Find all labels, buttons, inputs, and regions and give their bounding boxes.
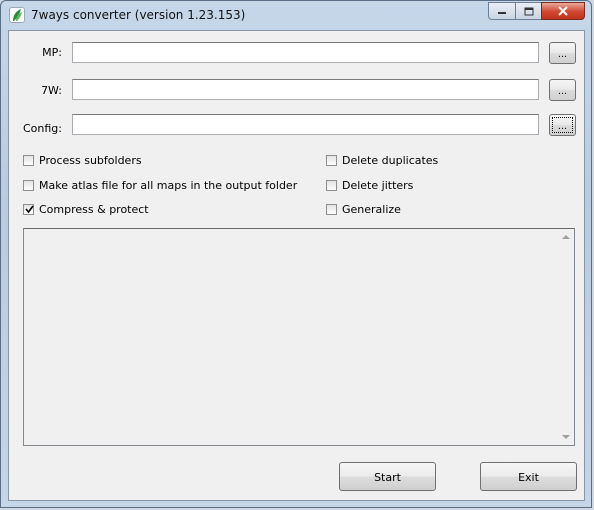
checkbox-label: Process subfolders bbox=[39, 153, 142, 167]
checkbox-label: Make atlas file for all maps in the outp… bbox=[39, 178, 298, 192]
scroll-down-icon[interactable] bbox=[562, 435, 570, 439]
maximize-button[interactable] bbox=[515, 2, 541, 20]
7w-browse-button[interactable]: ... bbox=[549, 79, 576, 101]
checkbox-label: Generalize bbox=[342, 202, 401, 216]
config-path-input[interactable] bbox=[72, 114, 539, 135]
generalize-checkbox[interactable]: Generalize bbox=[326, 202, 401, 216]
config-browse-button[interactable]: ... bbox=[549, 114, 576, 136]
minimize-icon bbox=[498, 12, 506, 14]
checkbox-label: Delete duplicates bbox=[342, 153, 439, 167]
exit-button[interactable]: Exit bbox=[480, 462, 577, 491]
7w-label: 7W: bbox=[41, 84, 62, 97]
close-button[interactable] bbox=[541, 2, 585, 20]
leaf-app-icon bbox=[9, 7, 25, 23]
start-button[interactable]: Start bbox=[339, 462, 436, 491]
delete-duplicates-checkbox[interactable]: Delete duplicates bbox=[326, 153, 438, 167]
title-bar[interactable]: 7ways converter (version 1.23.153) bbox=[1, 1, 591, 29]
vertical-scrollbar[interactable] bbox=[558, 229, 574, 445]
close-icon bbox=[558, 6, 568, 16]
mp-path-input[interactable] bbox=[72, 42, 539, 63]
checkbox-box[interactable] bbox=[23, 154, 34, 166]
caption-buttons bbox=[488, 2, 585, 21]
log-output[interactable] bbox=[23, 228, 575, 446]
config-label: Config: bbox=[23, 122, 62, 135]
process-subfolders-checkbox[interactable]: Process subfolders bbox=[23, 153, 142, 167]
checkbox-box[interactable] bbox=[326, 203, 337, 215]
checkbox-box[interactable] bbox=[23, 203, 34, 215]
checkbox-box[interactable] bbox=[23, 179, 34, 191]
delete-jitters-checkbox[interactable]: Delete jitters bbox=[326, 178, 413, 192]
compress-protect-checkbox[interactable]: Compress & protect bbox=[23, 202, 149, 216]
checkmark-icon bbox=[25, 205, 34, 213]
app-window: 7ways converter (version 1.23.153) MP: .… bbox=[0, 0, 592, 508]
7w-path-input[interactable] bbox=[72, 79, 539, 100]
checkbox-box[interactable] bbox=[326, 179, 337, 191]
scroll-up-icon[interactable] bbox=[562, 235, 570, 239]
maximize-icon bbox=[524, 7, 533, 15]
window-title: 7ways converter (version 1.23.153) bbox=[31, 8, 246, 22]
client-area: MP: ... 7W: ... Config: ... Process subf… bbox=[8, 30, 585, 501]
minimize-button[interactable] bbox=[488, 2, 515, 20]
checkbox-label: Compress & protect bbox=[39, 202, 149, 216]
mp-label: MP: bbox=[42, 46, 62, 59]
checkbox-label: Delete jitters bbox=[342, 178, 414, 192]
checkbox-box[interactable] bbox=[326, 154, 337, 166]
mp-browse-button[interactable]: ... bbox=[549, 42, 576, 64]
make-atlas-checkbox[interactable]: Make atlas file for all maps in the outp… bbox=[23, 178, 297, 192]
